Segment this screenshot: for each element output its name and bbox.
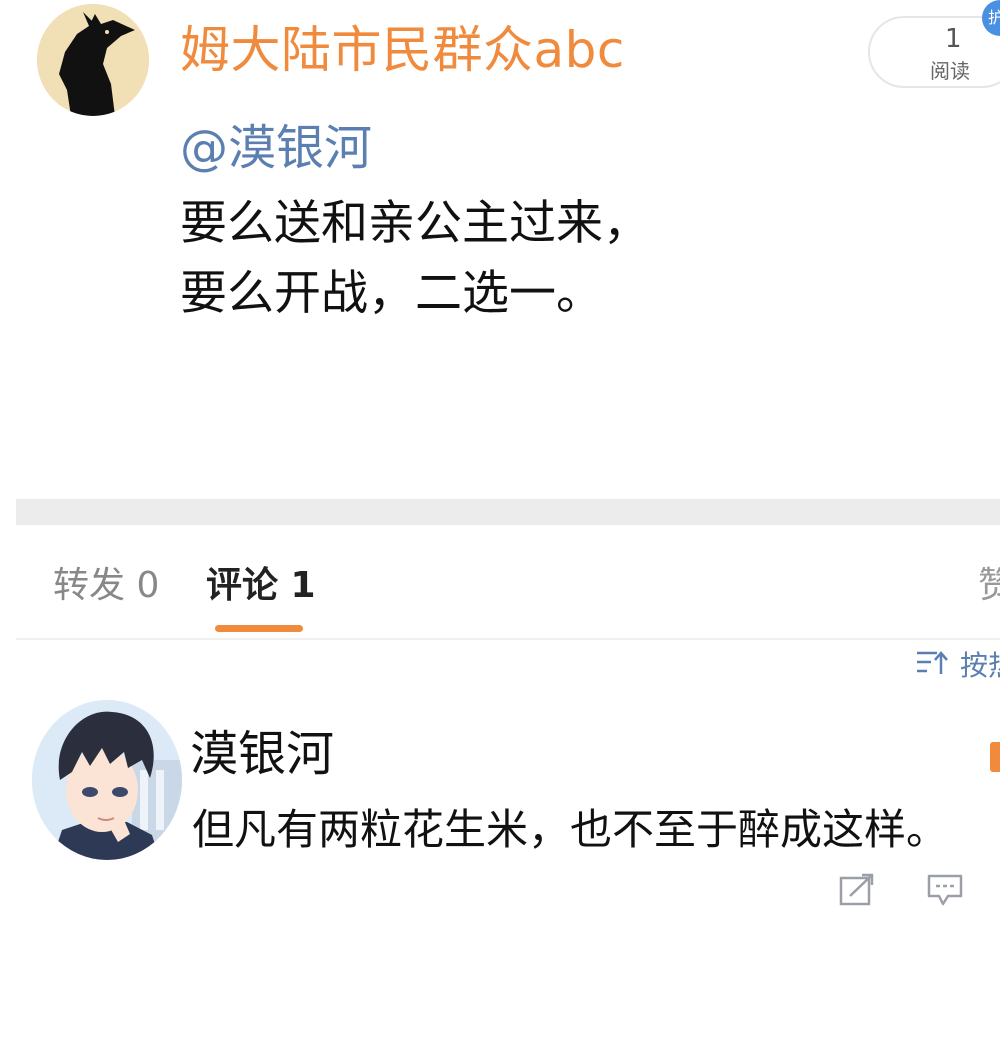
sort-icon[interactable] [915,648,949,678]
repost-icon[interactable] [838,872,876,908]
author-avatar[interactable] [37,4,149,116]
commenter-avatar[interactable] [32,700,182,860]
sort-label[interactable]: 按热 [960,644,1000,684]
post-text-line-1: 要么送和亲公主过来， [180,196,650,251]
active-tab-indicator [215,625,303,632]
comment-text: 但凡有两粒花生米，也不至于醉成这样。 [192,805,949,854]
comment-bubble-icon[interactable] [926,872,964,908]
tab-comment[interactable]: 评论 1 [206,562,316,610]
mention-link[interactable]: @漠银河 [180,118,372,178]
section-divider [16,499,1000,525]
post-text-line-2: 要么开战，二选一。 [180,266,603,321]
commenter-badge [990,742,1000,772]
author-name[interactable]: 姆大陆市民群众abc [180,18,625,82]
read-label: 阅读 [930,59,970,83]
black-dog-avatar-icon [37,4,149,116]
anime-boy-avatar-icon [32,700,182,860]
tabs-divider [16,638,1000,640]
tab-repost[interactable]: 转发 0 [53,562,159,610]
commenter-name[interactable]: 漠银河 [190,724,334,784]
tab-like[interactable]: 赞 [978,562,1000,610]
read-count: 1 [945,24,962,54]
